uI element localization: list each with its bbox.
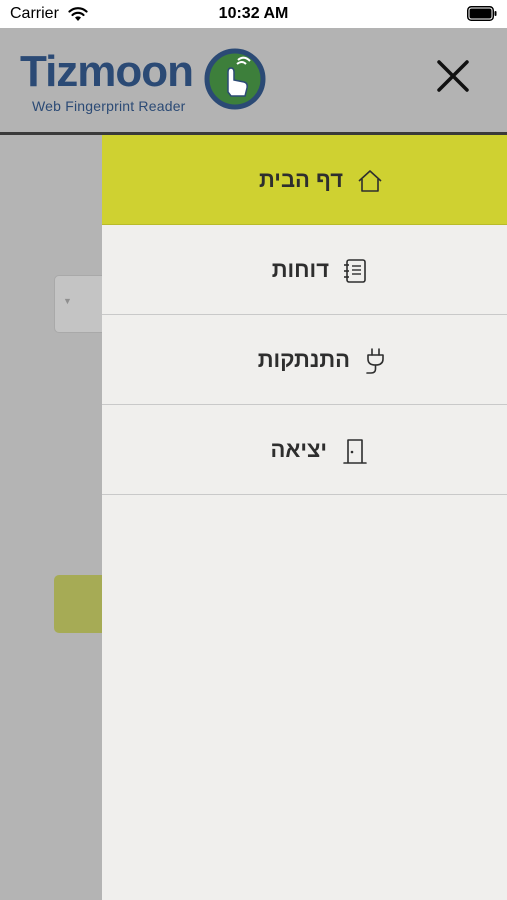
status-bar: Carrier 10:32 AM	[0, 0, 507, 28]
home-icon	[358, 170, 382, 192]
close-icon[interactable]	[435, 58, 471, 94]
battery-icon	[467, 6, 497, 21]
background-overlay[interactable]: ▼	[0, 135, 114, 900]
logo-text: Tizmoon	[20, 47, 194, 96]
plug-icon	[366, 348, 384, 374]
menu-item-label: דוחות	[271, 257, 329, 282]
chevron-down-icon: ▼	[63, 296, 72, 306]
status-time: 10:32 AM	[218, 5, 289, 22]
menu-item-label: יציאה	[270, 437, 327, 462]
tizmoon-logo[interactable]: Tizmoon Web Fingerprint Reader	[20, 48, 270, 118]
app-header: Tizmoon Web Fingerprint Reader	[0, 28, 507, 132]
reports-icon	[344, 259, 366, 283]
fingerprint-touch-icon	[204, 48, 266, 110]
door-icon	[343, 439, 367, 464]
menu-item-label: התנתקות	[257, 347, 350, 372]
logo-subtitle: Web Fingerprint Reader	[32, 98, 186, 114]
menu-item-label: דף הבית	[258, 167, 343, 192]
menu-item-exit[interactable]: יציאה	[102, 405, 507, 495]
menu-item-home[interactable]: דף הבית	[102, 135, 507, 225]
side-menu: דף הבית דוחות התנתקות יציאה	[102, 135, 507, 900]
menu-item-reports[interactable]: דוחות	[102, 225, 507, 315]
menu-item-logout[interactable]: התנתקות	[102, 315, 507, 405]
